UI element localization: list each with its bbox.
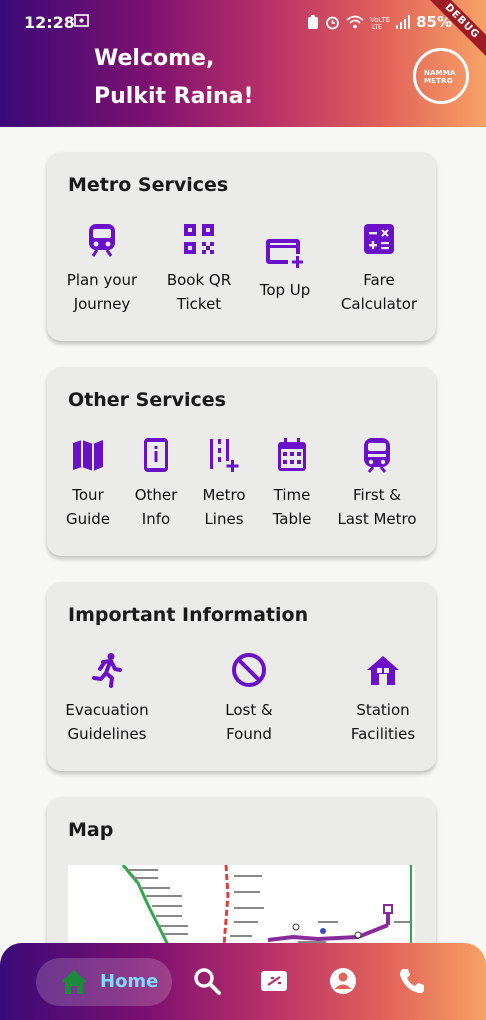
station-facilities-label: Station Facilities [350, 701, 416, 743]
other-info-tile[interactable]: Other Info [129, 437, 183, 531]
metro-lines-tile[interactable]: Metro Lines [197, 437, 251, 531]
tram-icon [364, 438, 390, 473]
book-qr-ticket-tile[interactable]: Book QR Ticket [159, 222, 239, 316]
important-info-title: Important Information [68, 604, 309, 626]
evacuation-guidelines-label: Evacuation Guidelines [65, 701, 149, 743]
nav-home-button[interactable]: Home [36, 958, 172, 1006]
screen-record-icon [74, 14, 89, 27]
account-icon[interactable] [328, 966, 358, 996]
first-last-metro-tile[interactable]: First & Last Metro [333, 437, 421, 531]
lost-found-tile[interactable]: Lost & Found [207, 652, 291, 746]
status-bar: 12:28 VoLTE LTE 85% DEBUG [0, 0, 486, 63]
logo-text: NAMMA METRO [424, 69, 456, 85]
nav-home-label: Home [100, 971, 159, 992]
welcome-message: Welcome, Pulkit Raina! [94, 40, 254, 116]
calculator-icon [364, 224, 394, 254]
svg-text:VoLTE: VoLTE [370, 16, 390, 24]
top-up-tile[interactable]: Top Up [251, 236, 319, 302]
wifi-icon [346, 15, 364, 29]
lines-add-icon [210, 439, 239, 472]
welcome-line-1: Welcome, [94, 46, 215, 71]
volte-icon: VoLTELTE [370, 16, 390, 30]
metro-services-title: Metro Services [68, 174, 229, 196]
status-icons: VoLTE LTE 85% [307, 13, 452, 31]
ticket-icon[interactable] [259, 966, 289, 996]
tour-guide-label: Tour Guide [65, 486, 111, 528]
qr-code-icon [184, 224, 214, 254]
fare-calculator-label: Fare Calculator [340, 271, 418, 313]
time-table-tile[interactable]: Time Table [265, 437, 319, 531]
logo-text-1: NAMMA [424, 69, 456, 77]
top-up-label: Top Up [259, 281, 311, 299]
metro-map-image[interactable] [68, 865, 415, 945]
svg-text:LTE: LTE [372, 24, 382, 30]
metro-services-card: Metro Services Plan your Journey Book QR… [47, 152, 436, 341]
other-services-title: Other Services [68, 389, 226, 411]
welcome-user-name: Pulkit Raina! [94, 84, 254, 109]
logo-text-2: METRO [424, 77, 453, 85]
fare-calculator-tile[interactable]: Fare Calculator [335, 222, 423, 316]
running-person-icon [92, 653, 122, 688]
info-phone-icon [144, 438, 168, 472]
book-qr-ticket-label: Book QR Ticket [166, 271, 232, 313]
metro-lines-label: Metro Lines [202, 486, 246, 528]
home-icon [61, 970, 87, 994]
app-header: 12:28 VoLTE LTE 85% DEBUG Welcome, Pulkit… [0, 0, 486, 127]
map-title: Map [68, 819, 114, 841]
block-icon [232, 653, 266, 687]
evacuation-guidelines-tile[interactable]: Evacuation Guidelines [61, 652, 153, 746]
calendar-icon [278, 438, 306, 471]
tour-guide-tile[interactable]: Tour Guide [61, 437, 115, 531]
other-services-card: Other Services Tour Guide Other Info Met… [47, 367, 436, 556]
important-info-card: Important Information Evacuation Guideli… [47, 582, 436, 771]
plan-journey-tile[interactable]: Plan your Journey [61, 222, 143, 316]
train-icon [89, 224, 115, 257]
card-add-icon [266, 239, 303, 268]
time-table-label: Time Table [272, 486, 312, 528]
status-time: 12:28 [24, 13, 75, 32]
other-info-label: Other Info [134, 486, 178, 528]
phone-icon[interactable] [397, 966, 427, 996]
home-icon [367, 656, 399, 685]
alarm-icon [326, 16, 339, 29]
station-facilities-tile[interactable]: Station Facilities [343, 652, 423, 746]
signal-icon [396, 15, 411, 29]
bottom-navigation: Home [0, 943, 486, 1020]
plan-journey-label: Plan your Journey [66, 271, 138, 313]
app-logo: NAMMA METRO [413, 48, 469, 104]
battery-saver-icon [308, 14, 319, 29]
first-last-metro-label: First & Last Metro [337, 486, 417, 528]
metro-map-graphic [121, 865, 412, 945]
lost-found-label: Lost & Found [225, 701, 273, 743]
search-icon[interactable] [192, 966, 222, 996]
map-icon [73, 440, 103, 471]
